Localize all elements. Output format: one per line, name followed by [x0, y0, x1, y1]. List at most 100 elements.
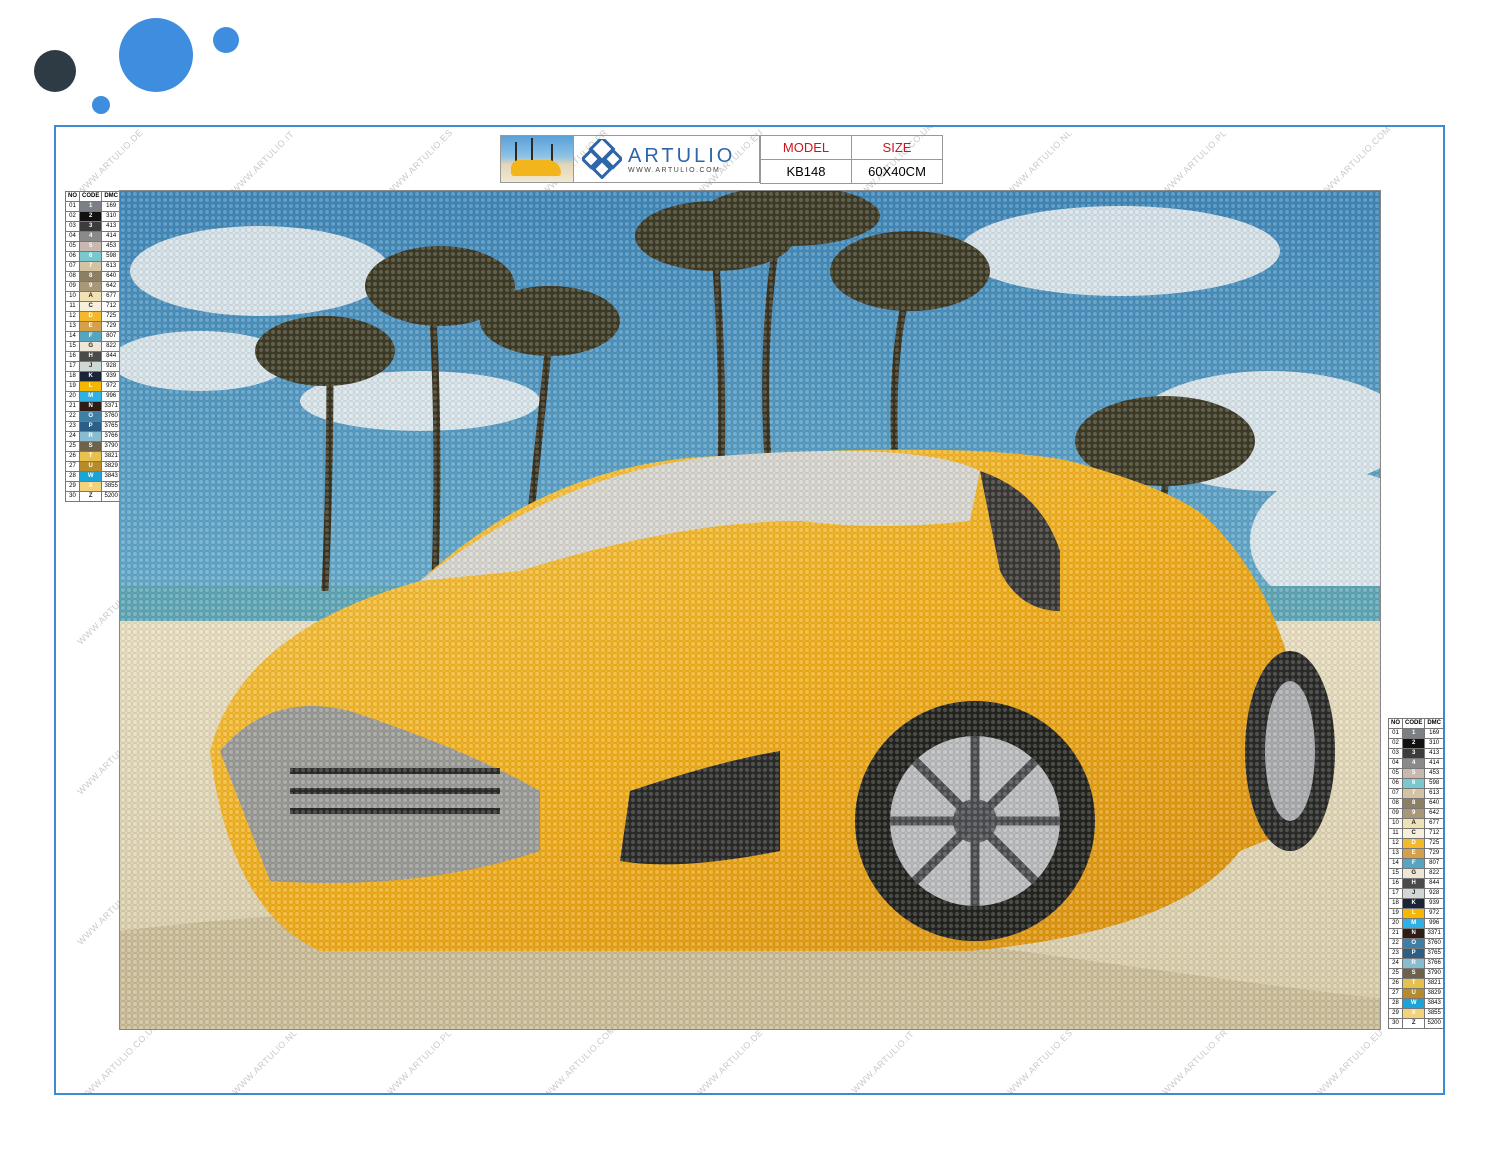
legend-no: 30: [65, 491, 80, 502]
legend-no: 30: [1388, 1018, 1403, 1029]
legend-no: 06: [65, 251, 80, 262]
legend-no: 10: [65, 291, 80, 302]
legend-code: R: [1401, 958, 1426, 969]
watermark-text: WWW.ARTULIO.ES: [1005, 1027, 1075, 1095]
legend-row: 03 3 413: [65, 221, 122, 232]
legend-row: 15 G 822: [65, 341, 122, 352]
legend-dmc: 3790: [101, 441, 122, 452]
legend-dmc: 729: [101, 321, 122, 332]
legend-no: 26: [65, 451, 80, 462]
legend-row: 02 2 310: [65, 211, 122, 222]
watermark-text: WWW.ARTULIO.COM: [541, 1024, 618, 1095]
legend-no: 04: [1388, 758, 1403, 769]
legend-code: J: [1401, 888, 1426, 899]
legend-code: N: [1401, 928, 1426, 939]
legend-no: 05: [65, 241, 80, 252]
legend-row: 20 M 996: [1388, 918, 1445, 929]
legend-row: 11 C 712: [1388, 828, 1445, 839]
legend-no: 17: [1388, 888, 1403, 899]
legend-dmc: 972: [101, 381, 122, 392]
legend-dmc: 3829: [1424, 988, 1445, 999]
legend-no: 28: [1388, 998, 1403, 1009]
legend-dmc: 844: [101, 351, 122, 362]
legend-dmc: 640: [101, 271, 122, 282]
legend-row: 15 G 822: [1388, 868, 1445, 879]
legend-row: 17 J 928: [65, 361, 122, 372]
legend-row: 09 9 642: [1388, 808, 1445, 819]
watermark-text: WWW.ARTULIO.DE: [75, 127, 145, 197]
color-legend-right: NO CODE DMC 01 1 169 02 2 310 03 3 413 04 4 414 05 5 453 0…: [1388, 718, 1445, 1029]
legend-header: CODE: [78, 191, 103, 202]
legend-dmc: 3760: [101, 411, 122, 422]
watermark-text: WWW.ARTULIO.DE: [695, 1027, 765, 1095]
legend-code: 9: [1401, 808, 1426, 819]
legend-code: S: [1401, 968, 1426, 979]
legend-no: 14: [1388, 858, 1403, 869]
watermark-text: WWW.ARTULIO.ES: [385, 127, 455, 197]
legend-dmc: 642: [101, 281, 122, 292]
legend-row: 21 N 3371: [1388, 928, 1445, 939]
legend-no: 17: [65, 361, 80, 372]
legend-no: 11: [1388, 828, 1403, 839]
watermark-text: WWW.ARTULIO.PL: [385, 1027, 454, 1095]
legend-code: X: [78, 481, 103, 492]
legend-code: T: [78, 451, 103, 462]
legend-row: 28 W 3843: [65, 471, 122, 482]
legend-code: C: [1401, 828, 1426, 839]
legend-code: 5: [1401, 768, 1426, 779]
legend-no: 09: [65, 281, 80, 292]
legend-code: 5: [78, 241, 103, 252]
legend-dmc: 310: [101, 211, 122, 222]
legend-code: L: [78, 381, 103, 392]
legend-code: D: [1401, 838, 1426, 849]
legend-dmc: 3765: [101, 421, 122, 432]
legend-no: 25: [1388, 968, 1403, 979]
decor-dot-large: [119, 18, 193, 92]
watermark-text: WWW.ARTULIO.IT: [229, 128, 297, 196]
legend-no: 05: [1388, 768, 1403, 779]
legend-code: F: [78, 331, 103, 342]
legend-code: K: [78, 371, 103, 382]
legend-dmc: 169: [101, 201, 122, 212]
legend-row: 13 E 729: [65, 321, 122, 332]
legend-no: 27: [1388, 988, 1403, 999]
legend-row: 13 E 729: [1388, 848, 1445, 859]
legend-row: 25 S 3790: [65, 441, 122, 452]
legend-dmc: 3821: [101, 451, 122, 462]
legend-no: 21: [1388, 928, 1403, 939]
legend-no: 16: [65, 351, 80, 362]
legend-no: 21: [65, 401, 80, 412]
legend-code: P: [1401, 948, 1426, 959]
legend-code: O: [78, 411, 103, 422]
legend-no: 20: [65, 391, 80, 402]
legend-dmc: 725: [101, 311, 122, 322]
legend-no: 09: [1388, 808, 1403, 819]
legend-header: NO: [65, 191, 80, 202]
legend-row: 27 U 3829: [65, 461, 122, 472]
brand-name: ARTULIO: [628, 144, 736, 167]
legend-dmc: 613: [1424, 788, 1445, 799]
watermark-text: WWW.ARTULIO.EU: [1315, 1027, 1385, 1095]
legend-code: 6: [78, 251, 103, 262]
legend-row: 18 K 939: [65, 371, 122, 382]
legend-no: 18: [1388, 898, 1403, 909]
color-legend-left: NO CODE DMC 01 1 169 02 2 310 03 3 413 04 4 414 05 5 453 0…: [65, 191, 122, 502]
legend-no: 29: [65, 481, 80, 492]
watermark-text: WWW.ARTULIO.FR: [1160, 1027, 1230, 1095]
legend-code: N: [78, 401, 103, 412]
legend-dmc: 3829: [101, 461, 122, 472]
legend-row: 09 9 642: [65, 281, 122, 292]
legend-dmc: 3843: [101, 471, 122, 482]
legend-no: 02: [65, 211, 80, 222]
legend-no: 18: [65, 371, 80, 382]
model-value: KB148: [760, 159, 852, 184]
legend-dmc: 807: [1424, 858, 1445, 869]
legend-dmc: 453: [1424, 768, 1445, 779]
legend-code: R: [78, 431, 103, 442]
preview-thumbnail: [500, 135, 574, 183]
legend-header: DMC: [101, 191, 122, 202]
legend-row: 06 6 598: [1388, 778, 1445, 789]
legend-no: 27: [65, 461, 80, 472]
legend-dmc: 939: [101, 371, 122, 382]
legend-row: 29 X 3855: [65, 481, 122, 492]
